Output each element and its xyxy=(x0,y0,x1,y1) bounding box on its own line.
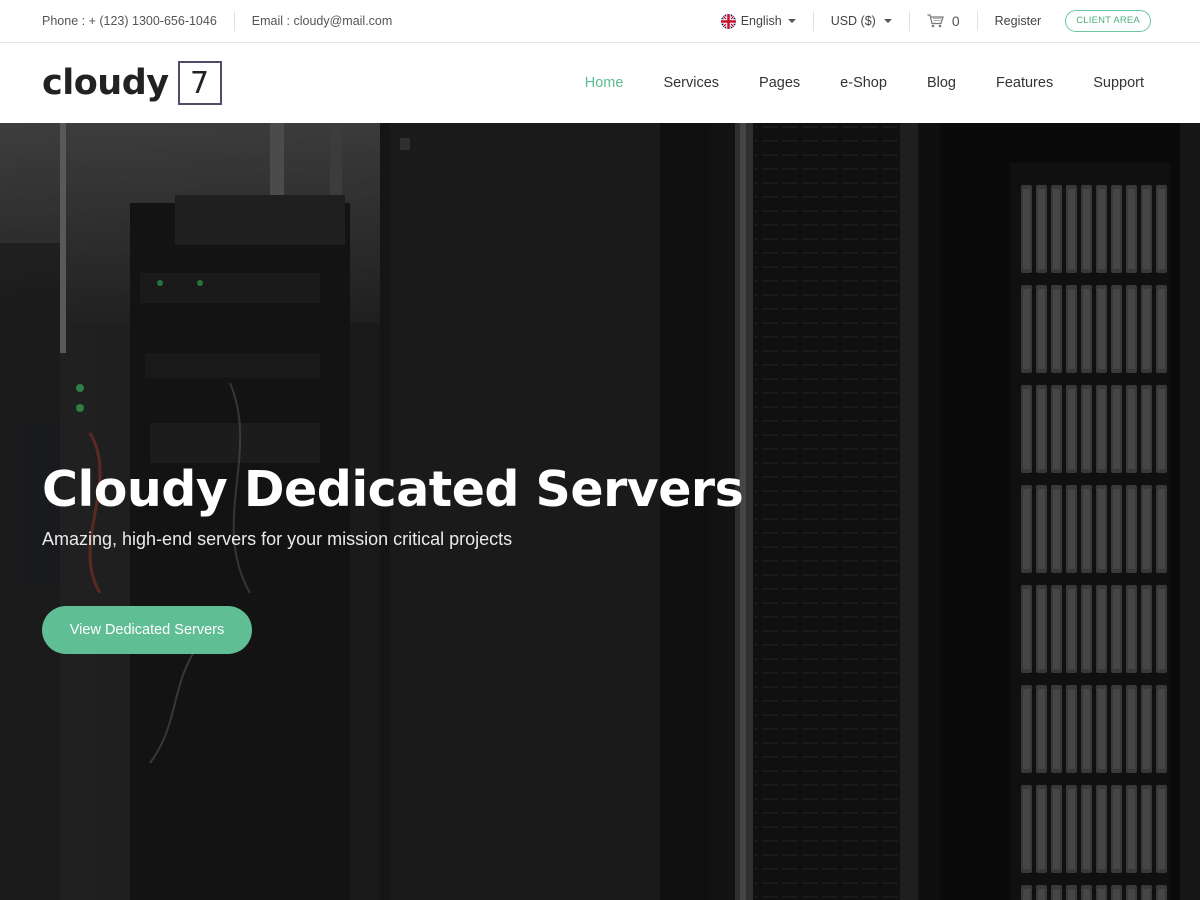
site-logo[interactable]: cloudy 7 xyxy=(42,61,222,105)
divider xyxy=(233,11,235,31)
currency-label: USD ($) xyxy=(830,14,876,28)
currency-dropdown[interactable]: USD ($) xyxy=(831,14,892,28)
top-bar-actions: English USD ($) 0 Register CLIENT AREA xyxy=(720,0,1151,42)
hero-subtitle: Amazing, high-end servers for your missi… xyxy=(42,529,513,549)
top-bar: Phone : + (123) 1300-656-1046 Email : cl… xyxy=(0,0,1200,43)
nav-item-blog[interactable]: Blog xyxy=(927,75,956,91)
divider xyxy=(976,11,978,31)
nav-item-support[interactable]: Support xyxy=(1093,75,1144,91)
main-nav: Home Services Pages e-Shop Blog Features… xyxy=(545,43,1144,123)
language-dropdown[interactable]: English xyxy=(720,13,796,29)
uk-flag-icon xyxy=(720,13,736,29)
caret-down-icon xyxy=(883,19,892,23)
main-header: cloudy 7 Home Services Pages e-Shop Blog… xyxy=(0,43,1200,123)
caret-down-icon xyxy=(787,19,796,23)
nav-item-pages[interactable]: Pages xyxy=(759,75,800,91)
logo-number-box: 7 xyxy=(177,61,222,105)
hero-title: Cloudy Dedicated Servers xyxy=(42,461,744,518)
logo-wordmark: cloudy xyxy=(42,63,169,103)
email-text: Email : cloudy@mail.com xyxy=(251,14,393,28)
cart-icon xyxy=(927,14,944,28)
phone-text: Phone : + (123) 1300-656-1046 xyxy=(42,14,217,28)
cart-count: 0 xyxy=(951,13,960,29)
divider xyxy=(908,11,910,31)
contact-info: Phone : + (123) 1300-656-1046 Email : cl… xyxy=(42,0,392,42)
hero-banner: Cloudy Dedicated Servers Amazing, high-e… xyxy=(0,123,1200,900)
view-dedicated-servers-button[interactable]: View Dedicated Servers xyxy=(42,606,252,654)
client-area-button[interactable]: CLIENT AREA xyxy=(1065,10,1151,32)
register-link[interactable]: Register xyxy=(995,14,1042,28)
nav-item-features[interactable]: Features xyxy=(996,75,1053,91)
cart-button[interactable]: 0 xyxy=(927,13,960,29)
nav-item-eshop[interactable]: e-Shop xyxy=(840,75,887,91)
nav-item-services[interactable]: Services xyxy=(663,75,719,91)
nav-item-home[interactable]: Home xyxy=(585,75,624,91)
divider xyxy=(812,11,814,31)
language-label: English xyxy=(740,14,782,28)
